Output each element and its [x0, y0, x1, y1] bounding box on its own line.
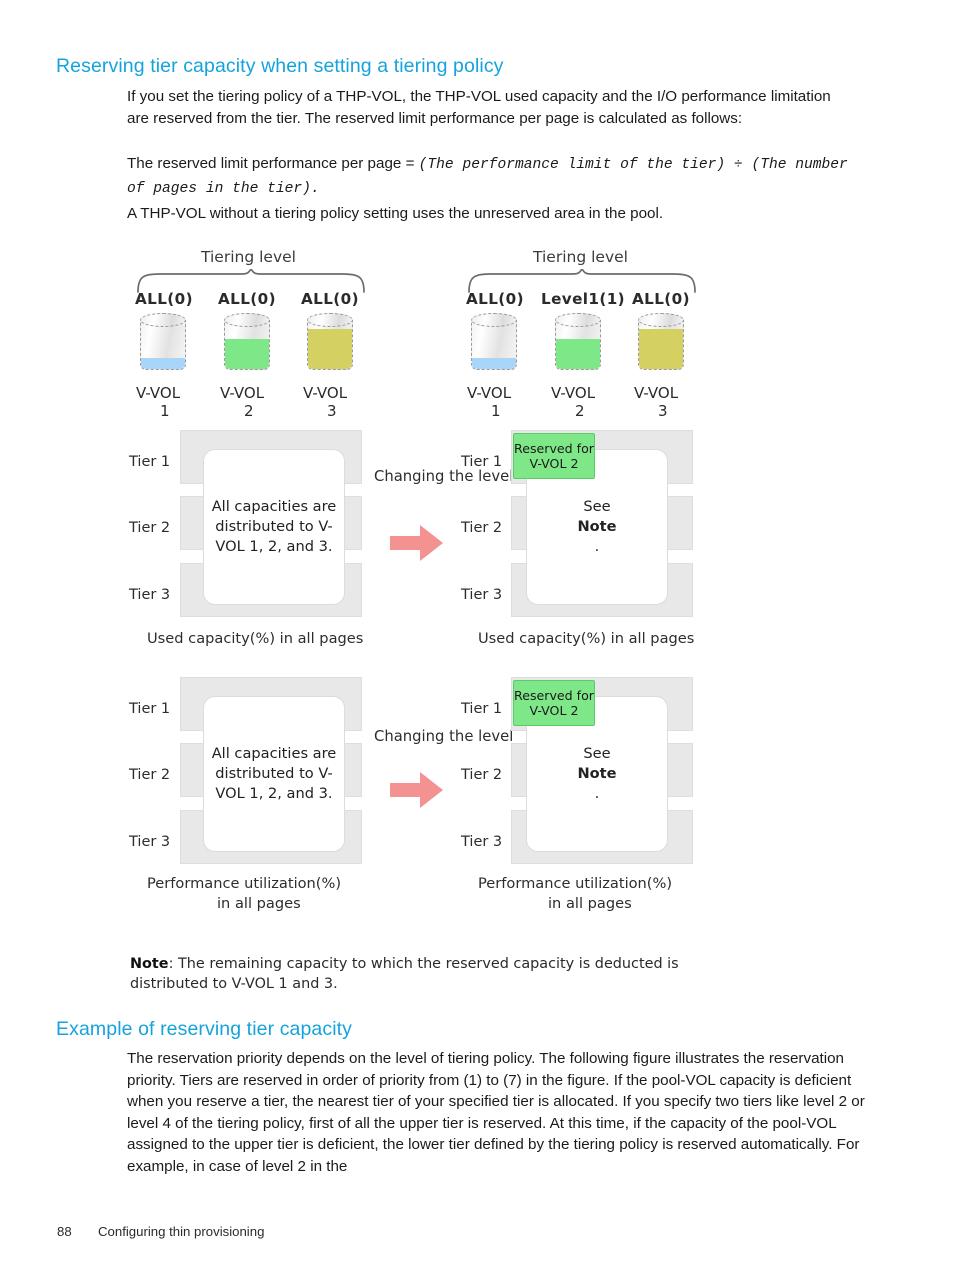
vol-index-right-vol1: 1 [491, 402, 501, 420]
policy-label-right-vol3: ALL(0) [632, 290, 690, 308]
caption-row2-after-line2: in all pages [548, 895, 632, 912]
tier-label-row2-left-tier3: Tier 3 [129, 834, 171, 850]
caption-row1-after: Used capacity(%) in all pages [478, 630, 695, 647]
tier-label-row1-right-tier3: Tier 3 [461, 587, 503, 603]
policy-label-right-vol1: ALL(0) [466, 290, 524, 308]
vol-index-right-vol2: 2 [575, 402, 585, 420]
tier-label-row2-right-tier2: Tier 2 [461, 767, 503, 783]
callout-row2-after-prefix: See [583, 745, 611, 762]
reserved-block-row1-text: Reserved for V-VOL 2 [514, 441, 594, 471]
tier-label-row1-left-tier1: Tier 1 [129, 454, 171, 470]
callout-row1-after-prefix: See [583, 498, 611, 515]
tier-label-row1-left-tier2: Tier 2 [129, 520, 171, 536]
tier-label-row2-right-tier1: Tier 1 [461, 701, 503, 717]
paragraph-reservation-priority: The reservation priority depends on the … [127, 1050, 865, 1175]
cylinder-left-vol3 [307, 312, 355, 374]
section-heading-reserving-tier-capacity: Reserving tier capacity when setting a t… [56, 55, 504, 77]
callout-row2-before: All capacities are distributed to V-VOL … [203, 696, 345, 852]
callout-row1-before: All capacities are distributed to V-VOL … [203, 449, 345, 605]
vol-name-left-vol3: V-VOL [303, 384, 348, 402]
callout-row1-after-text: See Note. [577, 497, 616, 557]
callout-row1-after-bold: Note [577, 518, 617, 535]
paragraph-reserved-limit-formula: The reserved limit performance per page … [127, 153, 849, 200]
policy-label-left-vol3: ALL(0) [301, 290, 359, 308]
formula-prefix: The reserved limit performance per page … [127, 155, 419, 172]
reserved-block-row1: Reserved for V-VOL 2 [513, 433, 595, 479]
footer-chapter-title: Configuring thin provisioning [98, 1224, 265, 1239]
vol-index-left-vol1: 1 [160, 402, 170, 420]
caption-row2-after-line1: Performance utilization(%) [478, 875, 673, 892]
vol-name-right-vol3: V-VOL [634, 384, 679, 402]
cylinder-left-vol1 [140, 312, 188, 374]
footer-page-number: 88 [57, 1224, 72, 1239]
transition-label-row1-text: Changing the level [374, 468, 514, 485]
policy-label-left-vol2: ALL(0) [218, 290, 276, 308]
tier-label-row2-left-tier2: Tier 2 [129, 767, 171, 783]
brace-label-tiering-level-left: Tiering level [201, 248, 296, 266]
vol-index-right-vol3: 3 [658, 402, 668, 420]
figure-tier-reservation: Tiering level ALL(0) ALL(0) ALL(0) V-VOL… [0, 238, 954, 1000]
transition-label-row2-text: Changing the level [374, 728, 514, 745]
tier-label-row2-right-tier3: Tier 3 [461, 834, 503, 850]
callout-row2-after-text: See Note. [577, 744, 616, 804]
section-heading-example-reserving-tier-capacity: Example of reserving tier capacity [56, 1018, 353, 1040]
brace-label-tiering-level-right: Tiering level [533, 248, 628, 266]
tier-label-row1-right-tier1: Tier 1 [461, 454, 503, 470]
page-footer: 88 Configuring thin provisioning [57, 1224, 264, 1239]
reserved-block-row2-text: Reserved for V-VOL 2 [514, 688, 594, 718]
cylinder-right-vol1 [471, 312, 519, 374]
caption-row2-before-line1: Performance utilization(%) [147, 875, 342, 892]
callout-row1-before-text: All capacities are distributed to V-VOL … [211, 498, 337, 555]
callout-row2-after-suffix: . [594, 785, 600, 802]
policy-label-right-vol2: Level1(1) [541, 290, 626, 308]
tier-label-row1-left-tier3: Tier 3 [129, 587, 171, 603]
callout-row1-after-suffix: . [594, 538, 600, 555]
cylinder-right-vol2 [555, 312, 603, 374]
figure-note: Note: The remaining capacity to which th… [130, 954, 690, 994]
tier-label-row2-left-tier1: Tier 1 [129, 701, 171, 717]
cylinder-right-vol3 [638, 312, 686, 374]
paragraph-tiering-policy-intro: If you set the tiering policy of a THP-V… [127, 88, 831, 127]
caption-row1-before: Used capacity(%) in all pages [147, 630, 364, 647]
vol-index-left-vol3: 3 [327, 402, 337, 420]
vol-name-right-vol1: V-VOL [467, 384, 512, 402]
callout-row2-before-text: All capacities are distributed to V-VOL … [211, 745, 337, 802]
vol-index-left-vol2: 2 [244, 402, 254, 420]
callout-row2-after-bold: Note [577, 765, 617, 782]
cylinder-left-vol2 [224, 312, 272, 374]
paragraph-unreserved-area: A THP-VOL without a tiering policy setti… [127, 205, 664, 222]
vol-name-right-vol2: V-VOL [551, 384, 596, 402]
figure-note-text: : The remaining capacity to which the re… [130, 956, 679, 992]
arrow-right-icon-row2 [390, 772, 443, 808]
reserved-block-row2: Reserved for V-VOL 2 [513, 680, 595, 726]
figure-note-label: Note [130, 956, 169, 972]
vol-name-left-vol2: V-VOL [220, 384, 265, 402]
vol-name-left-vol1: V-VOL [136, 384, 181, 402]
policy-label-left-vol1: ALL(0) [135, 290, 193, 308]
document-page: Reserving tier capacity when setting a t… [0, 0, 954, 1271]
caption-row2-before-line2: in all pages [217, 895, 301, 912]
tier-label-row1-right-tier2: Tier 2 [461, 520, 503, 536]
arrow-right-icon-row1 [390, 525, 443, 561]
transition-label-row2: Changing the level [374, 727, 513, 746]
